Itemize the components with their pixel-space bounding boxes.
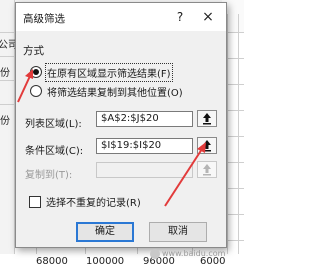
radio-button[interactable] bbox=[30, 85, 42, 97]
copy-to-collapse-button bbox=[197, 161, 217, 178]
ok-button[interactable]: 确定 bbox=[76, 222, 134, 242]
radio-filter-in-place-label: 在原有区域显示筛选结果(F) bbox=[45, 62, 173, 82]
list-range-label: 列表区域(L): bbox=[25, 119, 82, 130]
mode-section-label: 方式 bbox=[23, 45, 44, 57]
range-select-icon bbox=[203, 113, 211, 125]
sheet-cell: 68000 bbox=[36, 256, 68, 267]
dialog-titlebar[interactable]: 高级筛选 ? × bbox=[16, 3, 226, 31]
dialog-title: 高级筛选 bbox=[23, 13, 65, 25]
criteria-range-input[interactable]: $I$19:$I$20 bbox=[96, 138, 193, 154]
sheet-cell-fragment: 份 bbox=[0, 68, 10, 79]
criteria-range-label: 条件区域(C): bbox=[25, 146, 84, 157]
cancel-button[interactable]: 取消 bbox=[149, 222, 207, 242]
radio-copy-to-location-label: 将筛选结果复制到其他位置(O) bbox=[47, 87, 183, 99]
radio-button-selected[interactable] bbox=[30, 66, 42, 78]
help-button[interactable]: ? bbox=[171, 8, 189, 26]
unique-records-checkbox[interactable] bbox=[29, 195, 41, 208]
unique-records-checkbox-row[interactable]: 选择不重复的记录(R) bbox=[29, 194, 141, 209]
range-select-icon bbox=[203, 164, 211, 176]
watermark-text: www.baidu.com bbox=[162, 249, 226, 258]
watermark-logo bbox=[150, 249, 160, 259]
sheet-cell: 100000 bbox=[86, 256, 125, 267]
radio-filter-in-place[interactable]: 在原有区域显示筛选结果(F) bbox=[30, 62, 173, 82]
range-select-icon bbox=[203, 140, 211, 152]
list-range-input[interactable]: $A$2:$J$20 bbox=[96, 111, 193, 127]
list-range-collapse-button[interactable] bbox=[197, 110, 217, 127]
copy-to-label: 复制到(T): bbox=[25, 170, 73, 181]
sheet-cell-fragment: 份 bbox=[0, 116, 10, 127]
close-button[interactable]: × bbox=[196, 7, 220, 27]
advanced-filter-dialog: 高级筛选 ? × 方式 在原有区域显示筛选结果(F) 将筛选结果复制到其他位置(… bbox=[15, 2, 227, 248]
criteria-range-collapse-button[interactable] bbox=[197, 137, 217, 154]
radio-copy-to-location[interactable]: 将筛选结果复制到其他位置(O) bbox=[30, 84, 183, 99]
copy-to-input bbox=[96, 162, 193, 178]
unique-records-label: 选择不重复的记录(R) bbox=[46, 198, 141, 209]
